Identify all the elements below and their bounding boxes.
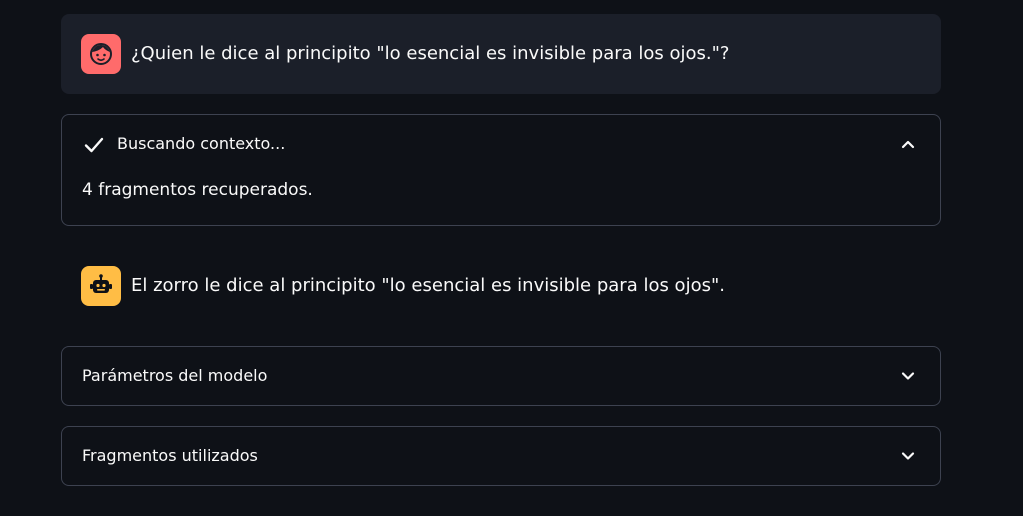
- user-avatar: [81, 34, 121, 74]
- status-expander: Buscando contexto... 4 fragmentos recupe…: [61, 114, 941, 226]
- check-icon: [84, 137, 104, 153]
- user-message-text: ¿Quien le dice al principito "lo esencia…: [131, 43, 730, 64]
- assistant-avatar: [81, 266, 121, 306]
- params-label: Parámetros del modelo: [82, 366, 268, 385]
- assistant-message-text: El zorro le dice al principito "lo esenc…: [131, 275, 725, 296]
- status-label: Buscando contexto...: [117, 134, 286, 153]
- robot-icon: [90, 274, 112, 293]
- fragments-expander[interactable]: Fragmentos utilizados: [61, 426, 941, 486]
- user-message: ¿Quien le dice al principito "lo esencia…: [61, 14, 941, 94]
- status-body-text: 4 fragmentos recuperados.: [82, 180, 313, 200]
- fragments-label: Fragmentos utilizados: [82, 446, 258, 465]
- status-expander-header[interactable]: Buscando contexto...: [62, 115, 940, 173]
- chevron-down-icon[interactable]: [900, 448, 916, 464]
- params-expander-header[interactable]: Parámetros del modelo: [62, 347, 940, 405]
- face-icon: [90, 43, 112, 65]
- chevron-down-icon[interactable]: [900, 368, 916, 384]
- chevron-up-icon[interactable]: [900, 136, 916, 152]
- chat-page: ¿Quien le dice al principito "lo esencia…: [0, 0, 1023, 516]
- fragments-expander-header[interactable]: Fragmentos utilizados: [62, 427, 940, 485]
- params-expander[interactable]: Parámetros del modelo: [61, 346, 941, 406]
